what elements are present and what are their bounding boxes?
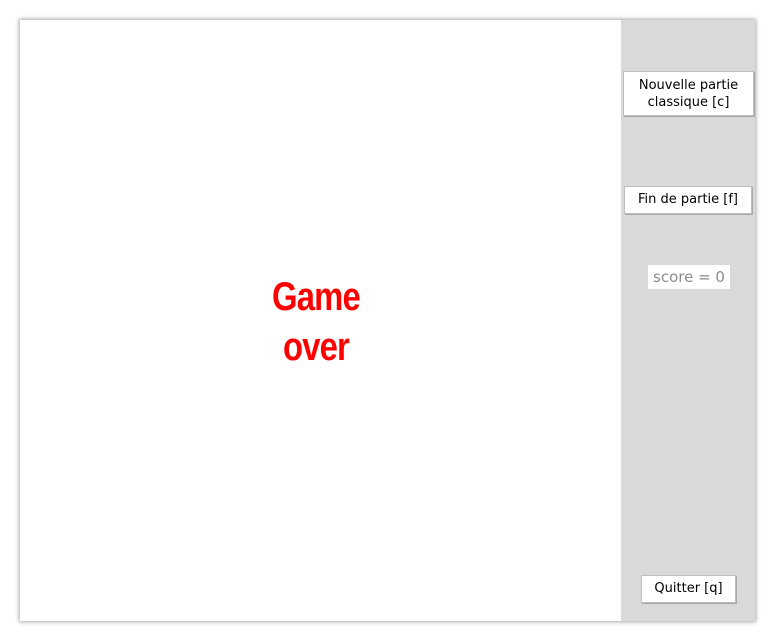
new-classic-game-button[interactable]: Nouvelle partie classique [c] [623,71,754,116]
game-window: Game over Nouvelle partie classique [c] … [20,20,755,621]
control-sidebar: Nouvelle partie classique [c] Fin de par… [621,20,755,621]
game-over-message: Game over [250,272,381,372]
new-game-label-line-2: classique [c] [647,95,730,110]
score-display: score = 0 [648,265,730,289]
new-game-label-line-1: Nouvelle partie [638,78,739,93]
game-canvas[interactable]: Game over [20,20,621,621]
game-over-line-2: over [282,325,350,369]
game-over-line-1: Game [272,275,361,319]
end-game-button[interactable]: Fin de partie [f] [624,186,752,214]
quit-button[interactable]: Quitter [q] [641,575,736,603]
